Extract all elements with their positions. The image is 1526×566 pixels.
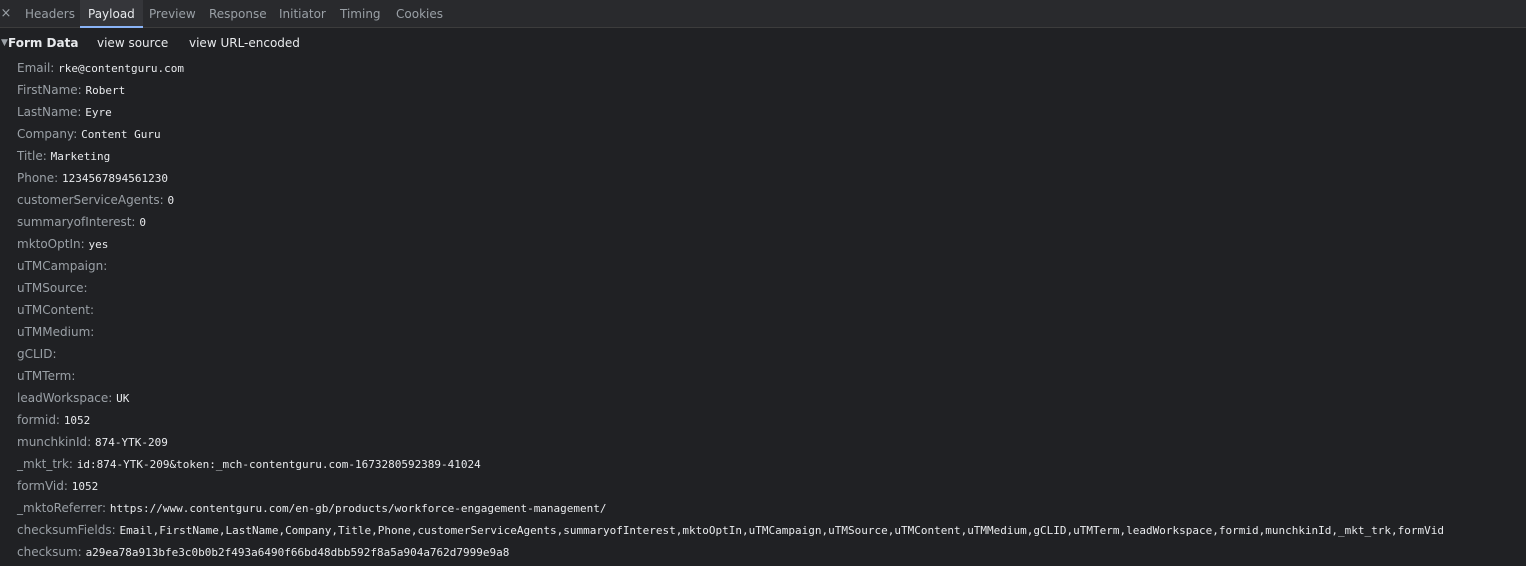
form-field-row[interactable]: Company: Content Guru: [17, 124, 1526, 146]
form-data-title[interactable]: Form Data: [8, 36, 78, 50]
form-field-row[interactable]: summaryofInterest: 0: [17, 212, 1526, 234]
form-field-row[interactable]: uTMContent:: [17, 300, 1526, 322]
tab-payload[interactable]: Payload: [80, 0, 143, 28]
field-value: id:874-YTK-209&token:_mch-contentguru.co…: [76, 458, 481, 471]
tab-headers[interactable]: Headers: [17, 0, 83, 28]
form-field-row[interactable]: Phone: 1234567894561230: [17, 168, 1526, 190]
form-field-row[interactable]: Email: rke@contentguru.com: [17, 58, 1526, 80]
field-key: LastName:: [17, 105, 82, 119]
form-field-row[interactable]: uTMTerm:: [17, 366, 1526, 388]
form-field-row[interactable]: uTMSource:: [17, 278, 1526, 300]
form-field-row[interactable]: munchkinId: 874-YTK-209: [17, 432, 1526, 454]
field-key: Title:: [17, 149, 47, 163]
field-key: gCLID:: [17, 347, 57, 361]
field-key: uTMCampaign:: [17, 259, 108, 273]
field-key: Company:: [17, 127, 78, 141]
field-value: UK: [116, 392, 130, 405]
field-key: uTMTerm:: [17, 369, 76, 383]
form-field-row[interactable]: LastName: Eyre: [17, 102, 1526, 124]
tab-initiator[interactable]: Initiator: [271, 0, 334, 28]
tab-response[interactable]: Response: [201, 0, 275, 28]
close-icon[interactable]: ×: [0, 0, 12, 28]
form-field-row[interactable]: FirstName: Robert: [17, 80, 1526, 102]
field-key: munchkinId:: [17, 435, 92, 449]
field-value: 1052: [71, 480, 99, 493]
tab-cookies[interactable]: Cookies: [388, 0, 451, 28]
field-value: rke@contentguru.com: [58, 62, 185, 75]
field-key: summaryofInterest:: [17, 215, 136, 229]
field-key: checksumFields:: [17, 523, 116, 537]
expand-triangle-icon[interactable]: ▼: [1, 38, 8, 48]
field-key: mktoOptIn:: [17, 237, 85, 251]
field-value: 0: [139, 216, 146, 229]
field-value: Robert: [85, 84, 126, 97]
form-field-row[interactable]: formid: 1052: [17, 410, 1526, 432]
field-key: Phone:: [17, 171, 59, 185]
form-field-row[interactable]: checksum: a29ea78a913bfe3c0b0b2f493a6490…: [17, 542, 1526, 564]
field-key: formVid:: [17, 479, 68, 493]
field-value: 874-YTK-209: [95, 436, 168, 449]
devtools-tab-bar: × Headers Payload Preview Response Initi…: [0, 0, 1526, 28]
field-value: yes: [88, 238, 109, 251]
view-url-encoded-link[interactable]: view URL-encoded: [189, 36, 300, 50]
form-field-row[interactable]: mktoOptIn: yes: [17, 234, 1526, 256]
field-key: _mktoReferrer:: [17, 501, 107, 515]
field-value: 0: [167, 194, 175, 207]
field-key: Email:: [17, 61, 55, 75]
field-key: customerServiceAgents:: [17, 193, 164, 207]
form-field-row[interactable]: gCLID:: [17, 344, 1526, 366]
form-field-row[interactable]: leadWorkspace: UK: [17, 388, 1526, 410]
form-field-row[interactable]: Title: Marketing: [17, 146, 1526, 168]
field-key: checksum:: [17, 545, 82, 559]
field-key: uTMContent:: [17, 303, 95, 317]
form-field-row[interactable]: checksumFields: Email,FirstName,LastName…: [17, 520, 1526, 542]
field-key: _mkt_trk:: [17, 457, 73, 471]
form-field-row[interactable]: _mktoReferrer: https://www.contentguru.c…: [17, 498, 1526, 520]
field-key: uTMMedium:: [17, 325, 95, 339]
field-key: formid:: [17, 413, 60, 427]
form-data-header[interactable]: ▼ Form Data view source view URL-encoded: [0, 36, 500, 52]
field-value: https://www.contentguru.com/en-gb/produc…: [109, 502, 607, 515]
view-source-link[interactable]: view source: [97, 36, 168, 50]
field-value: 1234567894561230: [62, 172, 169, 185]
field-value: Eyre: [85, 106, 112, 119]
field-key: uTMSource:: [17, 281, 88, 295]
form-field-row[interactable]: uTMCampaign:: [17, 256, 1526, 278]
form-data-list: Email: rke@contentguru.com FirstName: Rob…: [17, 58, 1526, 564]
field-value: 1052: [63, 414, 91, 427]
form-field-row[interactable]: customerServiceAgents: 0: [17, 190, 1526, 212]
tab-preview[interactable]: Preview: [141, 0, 204, 28]
field-value: Email,FirstName,LastName,Company,Title,P…: [119, 524, 1445, 537]
form-field-row[interactable]: uTMMedium:: [17, 322, 1526, 344]
field-value: Marketing: [50, 150, 111, 163]
field-key: FirstName:: [17, 83, 82, 97]
form-field-row[interactable]: formVid: 1052: [17, 476, 1526, 498]
form-field-row[interactable]: _mkt_trk: id:874-YTK-209&token:_mch-cont…: [17, 454, 1526, 476]
field-value: Content Guru: [81, 128, 161, 141]
field-key: leadWorkspace:: [17, 391, 113, 405]
tab-timing[interactable]: Timing: [332, 0, 389, 28]
field-value: a29ea78a913bfe3c0b0b2f493a6490f66bd48dbb…: [85, 546, 510, 559]
